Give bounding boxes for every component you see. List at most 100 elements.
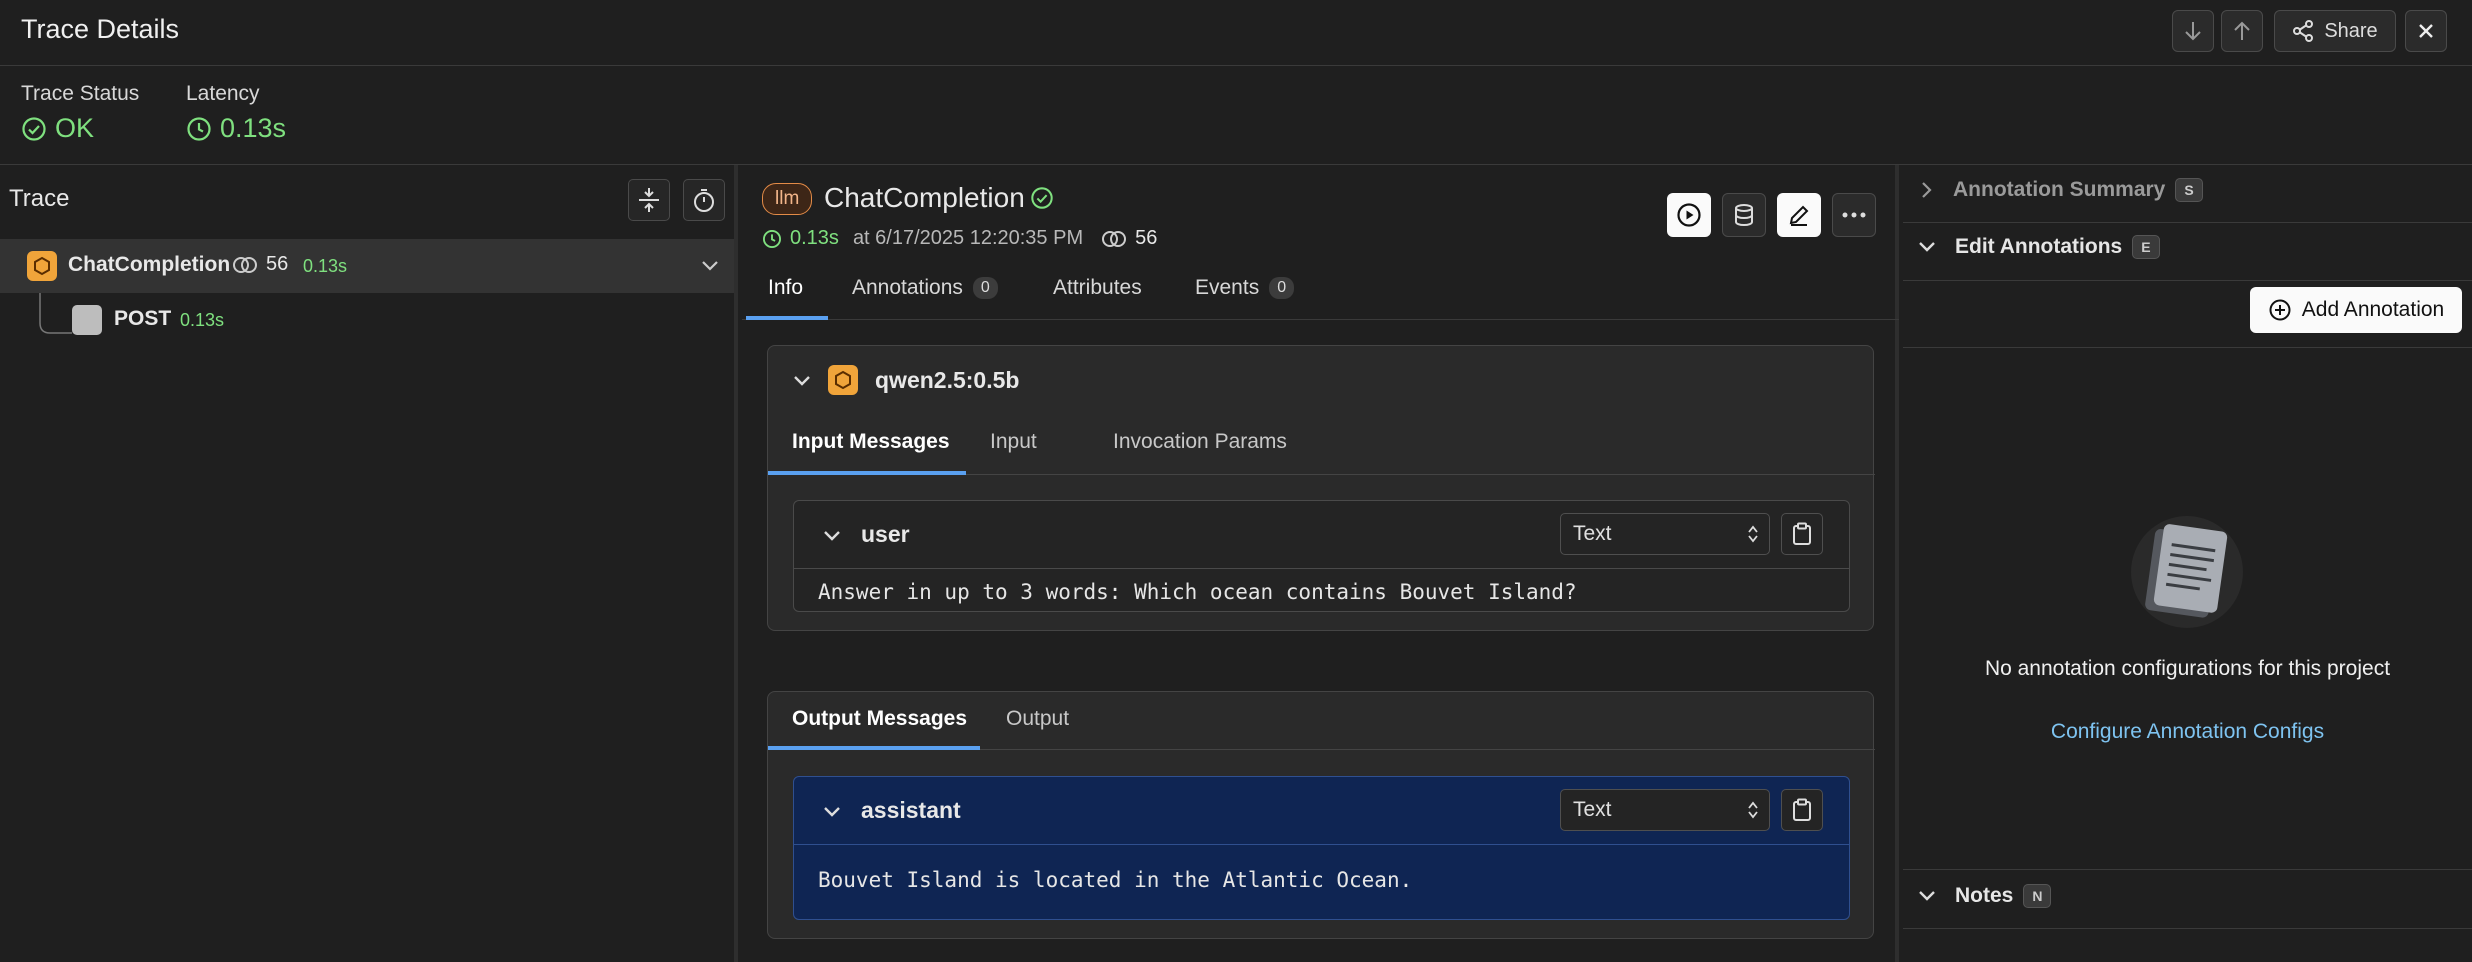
collapse-all-button[interactable] xyxy=(628,179,670,221)
latency-value: 0.13s xyxy=(186,113,286,144)
message-content: Answer in up to 3 words: Which ocean con… xyxy=(818,580,1577,604)
share-button[interactable]: Share xyxy=(2274,10,2396,52)
trace-status-bar: Trace Status OK Latency 0.13s xyxy=(0,66,2472,165)
trace-status-label: Trace Status xyxy=(21,82,140,105)
share-label: Share xyxy=(2324,19,2378,42)
select-arrows-icon xyxy=(1748,801,1758,819)
chevron-down-icon[interactable] xyxy=(792,374,812,388)
token-icon xyxy=(233,256,257,273)
llm-output-card: Output Messages Output assistant Text Bo… xyxy=(767,691,1875,939)
section-divider xyxy=(1903,222,2472,223)
span-latency: 0.13s xyxy=(790,227,839,249)
trace-panel-title: Trace xyxy=(9,185,70,212)
trace-status-value: OK xyxy=(21,113,94,144)
annotations-count-badge: 0 xyxy=(972,277,998,299)
active-subtab-indicator xyxy=(768,471,966,475)
add-annotation-button[interactable]: Add Annotation xyxy=(2250,287,2462,333)
arrow-up-icon xyxy=(2234,21,2250,40)
annotations-panel: Annotation Summary S Edit Annotations E … xyxy=(1903,165,2472,962)
close-button[interactable] xyxy=(2405,10,2447,52)
section-divider xyxy=(1903,869,2472,870)
more-actions-button[interactable] xyxy=(1832,193,1876,237)
section-divider xyxy=(1903,347,2472,348)
span-kind-badge: llm xyxy=(762,183,813,215)
annotate-button[interactable] xyxy=(1777,193,1821,237)
shortcut-key: E xyxy=(2132,235,2160,259)
empty-state-text: No annotation configurations for this pr… xyxy=(1984,657,2391,680)
more-horizontal-icon xyxy=(1842,212,1866,218)
events-count-badge: 0 xyxy=(1269,277,1295,299)
tab-attributes[interactable]: Attributes xyxy=(1053,276,1142,300)
span-latency: 0.13s xyxy=(180,310,225,330)
token-count: 56 xyxy=(232,253,288,276)
trace-tree-panel: Trace ChatCompletion 56 0.13s POST 0.13s xyxy=(0,165,738,962)
shortcut-key: S xyxy=(2175,178,2203,202)
llm-span-icon xyxy=(27,251,57,281)
active-tab-indicator xyxy=(746,316,828,320)
plus-circle-icon xyxy=(2269,299,2291,321)
span-title: ChatCompletion xyxy=(824,182,1025,213)
configure-annotation-configs-link[interactable]: Configure Annotation Configs xyxy=(1903,720,2472,744)
subtab-input-messages[interactable]: Input Messages xyxy=(792,430,950,454)
copy-button[interactable] xyxy=(1781,789,1823,831)
trace-tree-item-chatcompletion[interactable]: ChatCompletion 56 0.13s xyxy=(0,239,734,293)
span-meta: 0.13s at 6/17/2025 12:20:35 PM 56 xyxy=(762,227,1157,250)
check-circle-icon xyxy=(22,116,46,141)
tab-info[interactable]: Info xyxy=(768,276,803,300)
previous-trace-button[interactable] xyxy=(2221,10,2263,52)
user-message: user Text Answer in up to 3 words: Which… xyxy=(793,500,1850,612)
timing-toggle-button[interactable] xyxy=(683,179,725,221)
subtab-output[interactable]: Output xyxy=(1006,707,1069,731)
next-trace-button[interactable] xyxy=(2172,10,2214,52)
span-details-panel: llm ChatCompletion 0.13s at 6/17/2025 12… xyxy=(742,165,1899,962)
page-title: Trace Details xyxy=(21,14,180,44)
message-content: Bouvet Island is located in the Atlantic… xyxy=(818,868,1413,892)
chevron-down-icon[interactable] xyxy=(822,529,842,543)
message-format-select[interactable]: Text xyxy=(1560,789,1770,831)
span-name: POST xyxy=(114,307,172,330)
shortcut-key: N xyxy=(2023,884,2052,908)
empty-document-icon xyxy=(2131,516,2243,628)
chevron-down-icon[interactable] xyxy=(822,805,842,819)
collapse-icon xyxy=(639,188,659,212)
add-to-dataset-button[interactable] xyxy=(1722,193,1766,237)
subtab-invocation-params[interactable]: Invocation Params xyxy=(1113,430,1287,454)
copy-button[interactable] xyxy=(1781,513,1823,555)
close-icon xyxy=(2419,24,2433,38)
token-icon xyxy=(1102,230,1127,247)
subtab-output-messages[interactable]: Output Messages xyxy=(792,707,967,731)
database-icon xyxy=(1735,204,1753,227)
pencil-icon xyxy=(1789,205,1809,226)
span-tokens: 56 xyxy=(1135,227,1158,249)
chevron-down-icon xyxy=(1919,242,1935,252)
annotation-summary-toggle[interactable]: Annotation Summary S xyxy=(1919,178,2203,202)
span-kind-icon xyxy=(72,305,102,335)
span-name: ChatCompletion xyxy=(68,253,231,276)
message-divider xyxy=(794,844,1849,845)
assistant-message: assistant Text Bouvet Island is located … xyxy=(793,776,1850,920)
playground-button[interactable] xyxy=(1667,193,1711,237)
latency-label: Latency xyxy=(186,82,260,105)
span-timestamp: at 6/17/2025 12:20:35 PM xyxy=(852,227,1084,249)
model-name: qwen2.5:0.5b xyxy=(875,367,1020,393)
active-subtab-indicator xyxy=(768,746,980,750)
message-divider xyxy=(794,568,1849,569)
share-icon xyxy=(2293,20,2314,42)
subtab-input[interactable]: Input xyxy=(990,430,1037,454)
play-circle-icon xyxy=(1677,203,1701,227)
select-arrows-icon xyxy=(1748,525,1758,543)
chevron-down-icon[interactable] xyxy=(700,259,720,273)
header-bar: Trace Details Share xyxy=(0,0,2472,66)
span-latency: 0.13s xyxy=(303,256,348,276)
section-divider xyxy=(1903,280,2472,281)
clipboard-icon xyxy=(1793,798,1811,821)
edit-annotations-toggle[interactable]: Edit Annotations E xyxy=(1917,235,2160,259)
tab-annotations[interactable]: Annotations 0 xyxy=(852,276,998,300)
trace-tree-item-post[interactable]: POST 0.13s xyxy=(0,293,734,347)
tab-divider xyxy=(742,319,1899,320)
tab-events[interactable]: Events 0 xyxy=(1195,276,1295,300)
message-role: assistant xyxy=(861,797,961,823)
message-role: user xyxy=(861,521,910,547)
message-format-select[interactable]: Text xyxy=(1560,513,1770,555)
notes-toggle[interactable]: Notes N xyxy=(1917,884,2052,908)
